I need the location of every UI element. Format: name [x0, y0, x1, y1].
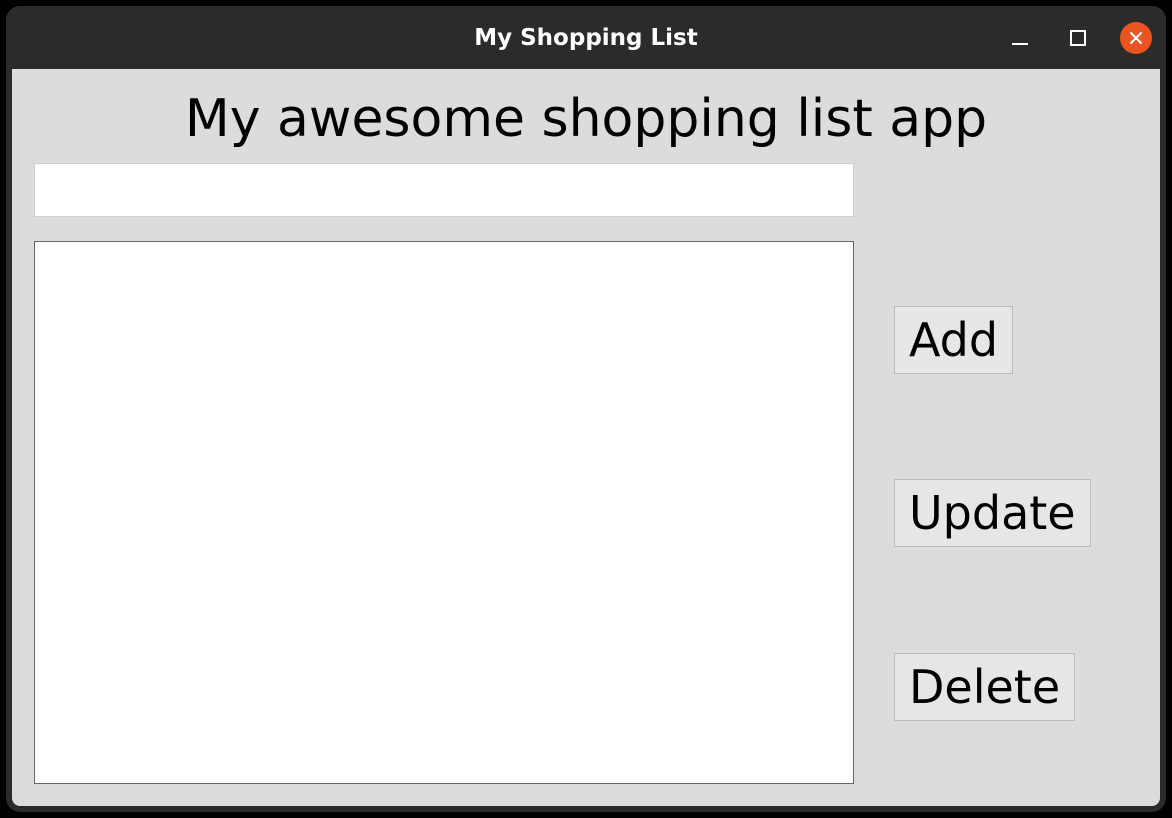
minimize-button[interactable]: [1004, 22, 1036, 54]
maximize-icon: [1069, 29, 1087, 47]
close-button[interactable]: [1120, 22, 1152, 54]
left-column: [34, 163, 854, 784]
right-column: Add Update Delete: [894, 163, 1138, 784]
close-icon: [1128, 30, 1144, 46]
maximize-button[interactable]: [1062, 22, 1094, 54]
titlebar[interactable]: My Shopping List: [6, 6, 1166, 69]
delete-button[interactable]: Delete: [894, 653, 1075, 721]
add-button[interactable]: Add: [894, 306, 1013, 374]
window-frame: My Shopping List My awesome shopping li: [6, 6, 1166, 812]
main-row: Add Update Delete: [34, 163, 1138, 784]
app-heading: My awesome shopping list app: [34, 89, 1138, 149]
update-button[interactable]: Update: [894, 479, 1091, 547]
minimize-icon: [1011, 29, 1029, 47]
item-input[interactable]: [34, 163, 854, 217]
window-controls: [1004, 6, 1152, 69]
content-area: My awesome shopping list app Add Update …: [12, 69, 1160, 806]
window-title: My Shopping List: [474, 25, 698, 51]
items-listbox[interactable]: [34, 241, 854, 784]
